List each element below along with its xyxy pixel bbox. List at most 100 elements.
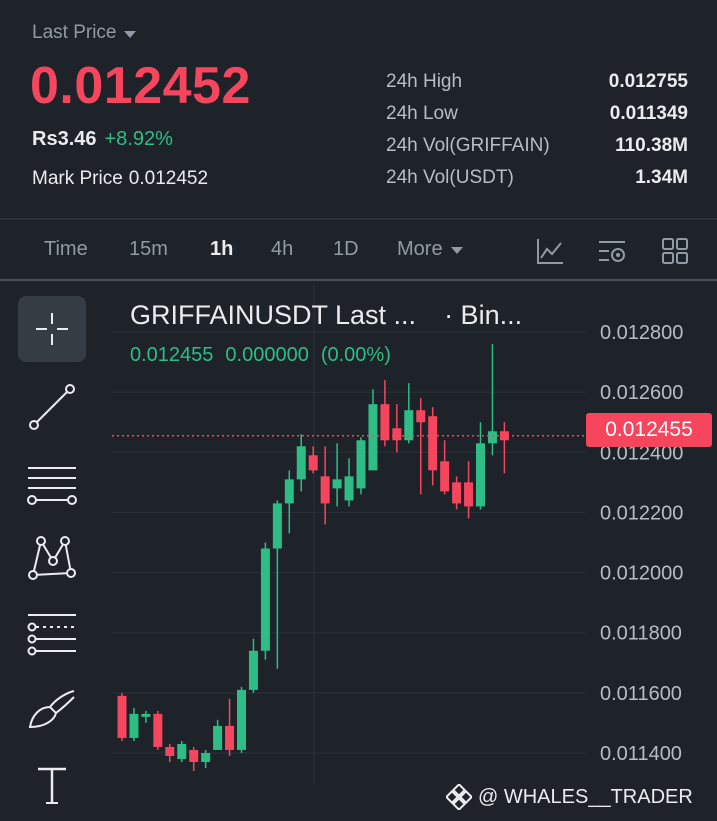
layout-grid-icon[interactable] <box>660 236 690 266</box>
trendline-tool[interactable] <box>18 374 86 440</box>
candle-body <box>368 404 378 471</box>
stat-label: 24h Vol(GRIFFAIN) <box>386 135 550 156</box>
price-type-label: Last Price <box>32 22 117 43</box>
candle-body <box>428 416 438 471</box>
candle-body <box>308 455 318 471</box>
candle-body <box>332 479 342 489</box>
crosshair-tool[interactable] <box>18 296 86 362</box>
candle-body <box>416 410 426 423</box>
candle-body <box>380 404 390 441</box>
tab-15m[interactable]: 15m <box>129 238 168 261</box>
candle <box>272 500 282 669</box>
candle <box>416 398 426 495</box>
candle-body <box>248 650 258 690</box>
y-tick-label: 0.011800 <box>600 623 682 645</box>
last-price: 0.012452 <box>30 57 251 115</box>
candle <box>284 470 294 534</box>
symbol-name: GRIFFAINUSDT Last ... <box>130 300 417 330</box>
candle-body <box>344 476 354 501</box>
fib-icon <box>27 614 76 656</box>
horizontal-lines-icon <box>27 467 77 505</box>
tab-4h[interactable]: 4h <box>271 238 293 261</box>
candle-body <box>177 743 187 759</box>
candle-body <box>153 713 163 747</box>
data-source: · Bin... <box>444 300 523 330</box>
mark-price-value: 0.012452 <box>128 168 209 189</box>
brush-tool[interactable] <box>18 676 86 742</box>
candle-body <box>129 713 139 738</box>
y-tick-label: 0.012800 <box>600 322 683 344</box>
stat-value: 0.012755 <box>608 71 688 92</box>
stat-value: 110.38M <box>615 135 688 156</box>
candle-body <box>260 548 270 651</box>
candle-body <box>392 428 402 441</box>
candle <box>189 746 199 772</box>
more-timeframes-button[interactable]: More <box>397 238 463 261</box>
candle-body <box>440 461 450 492</box>
candle <box>344 458 354 507</box>
chart-settings-icon[interactable] <box>597 236 627 266</box>
price-type-selector[interactable]: Last Price <box>32 22 137 44</box>
candle <box>440 440 450 495</box>
candle-body <box>296 446 306 480</box>
chevron-down-icon <box>124 30 137 38</box>
change-percent: +8.92% <box>104 128 173 150</box>
fiat-price: Rs3.46 <box>32 128 97 150</box>
candle <box>296 434 306 492</box>
candle <box>248 638 258 693</box>
horizontal-lines-tool[interactable] <box>18 452 86 518</box>
stat-label: 24h High <box>386 71 463 92</box>
candle-body <box>487 431 497 444</box>
candle <box>165 743 175 762</box>
brush-icon <box>28 690 75 729</box>
candle <box>260 542 270 660</box>
candle <box>213 719 223 750</box>
candle-body <box>476 443 485 507</box>
y-tick-label: 0.012200 <box>600 502 683 524</box>
candle-body <box>464 482 474 507</box>
tab-1d[interactable]: 1D <box>333 238 359 261</box>
ohlc-readout: 0.012455 0.000000 (0.00%) <box>130 344 391 367</box>
candle <box>237 686 246 753</box>
y-tick-label: 0.011400 <box>600 743 682 765</box>
tab-1h[interactable]: 1h <box>210 238 233 261</box>
candle <box>153 710 163 750</box>
candle-body <box>189 749 199 762</box>
trendline-icon <box>29 384 75 430</box>
candle <box>117 692 127 741</box>
watermark-text: @ WHALES__TRADER <box>478 785 693 808</box>
stat-row: 24h High 0.012755 <box>386 66 688 98</box>
candle-body <box>213 725 223 750</box>
candle <box>392 404 402 453</box>
stat-row: 24h Low 0.011349 <box>386 98 688 130</box>
stat-label: 24h Low <box>386 103 458 124</box>
candle <box>177 740 187 762</box>
candle-body <box>284 479 294 504</box>
indicator-icon[interactable] <box>535 236 565 266</box>
y-tick-label: 0.011600 <box>600 683 682 705</box>
y-tick-label: 0.012000 <box>600 563 683 585</box>
text-tool[interactable] <box>18 752 86 818</box>
candle <box>368 389 378 471</box>
stat-value: 0.011349 <box>609 103 688 124</box>
fib-tool[interactable] <box>18 600 86 666</box>
candle <box>225 698 235 756</box>
ohlc-change-pct: (0.00%) <box>320 344 391 366</box>
candle-body <box>141 713 151 717</box>
binance-logo-icon <box>446 784 472 810</box>
candle <box>499 422 509 474</box>
ticker-header: Last Price 0.012452 Rs3.46 +8.92% Mark P… <box>0 0 717 218</box>
ohlc-price: 0.012455 <box>130 344 214 366</box>
stats-panel: 24h High 0.012755 24h Low 0.011349 24h V… <box>386 66 688 194</box>
mark-price-label: Mark Price <box>32 168 123 189</box>
stat-value: 1.34M <box>635 167 688 188</box>
pattern-tool[interactable] <box>18 524 86 590</box>
candle-body <box>165 746 175 756</box>
tab-time[interactable]: Time <box>44 238 88 261</box>
pattern-icon <box>28 536 76 580</box>
more-label: More <box>397 238 443 260</box>
mark-price-row: Mark Price 0.012452 <box>32 168 208 190</box>
watermark: @ WHALES__TRADER <box>446 784 693 810</box>
candle <box>428 407 438 486</box>
candle <box>141 710 151 723</box>
